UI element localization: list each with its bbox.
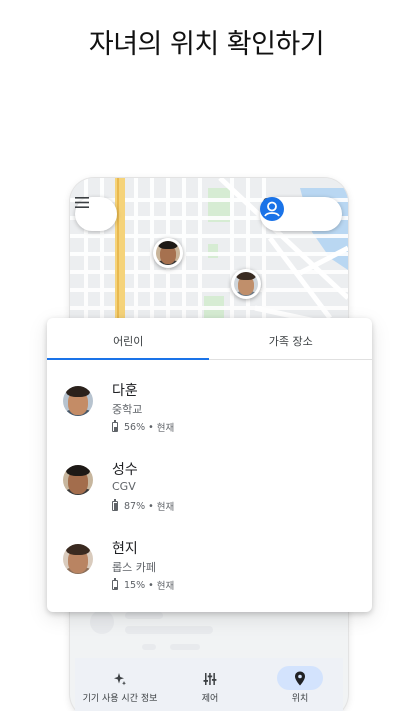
- last-seen: 현재: [156, 423, 175, 434]
- child-name: 다훈: [112, 383, 138, 399]
- placeholder-line: [170, 644, 200, 650]
- child-map-pin[interactable]: [153, 238, 183, 268]
- bottom-navigation: 기기 사용 시간 정보 제어 위치: [75, 658, 343, 711]
- placeholder-line: [125, 626, 213, 634]
- sparkle-icon: [114, 673, 126, 686]
- child-status: 87% • 현재: [112, 499, 174, 513]
- battery-icon: [112, 578, 118, 590]
- child-status: 15% • 현재: [112, 578, 174, 592]
- placeholder-avatar: [90, 610, 114, 634]
- placeholder-line: [125, 612, 163, 619]
- sliders-icon: [203, 673, 217, 685]
- battery-icon: [112, 499, 118, 511]
- last-seen: 현재: [156, 581, 175, 592]
- separator-dot: •: [148, 421, 154, 433]
- nav-label: 기기 사용 시간 정보: [82, 694, 158, 704]
- hamburger-menu-icon: [75, 197, 89, 208]
- separator-dot: •: [148, 579, 154, 591]
- placeholder-line: [142, 644, 156, 650]
- child-list-item[interactable]: 성수 CGV 87% • 현재: [63, 459, 353, 529]
- child-name: 성수: [112, 462, 138, 478]
- nav-label: 위치: [291, 694, 309, 704]
- tab-indicator: [47, 358, 209, 360]
- child-name: 현지: [112, 541, 138, 557]
- nav-screen-time[interactable]: 기기 사용 시간 정보: [75, 658, 165, 711]
- card-tabs: 어린이 가족 장소: [47, 318, 372, 360]
- child-avatar: [156, 241, 180, 265]
- battery-level: 15%: [124, 579, 146, 591]
- battery-level: 56%: [124, 421, 146, 433]
- children-card: 어린이 가족 장소 다훈 중학교 56% • 현재 성수 CGV 87% • 현…: [47, 318, 372, 612]
- child-location: CGV: [112, 480, 136, 493]
- nav-label: 제어: [201, 694, 219, 704]
- tab-family-places[interactable]: 가족 장소: [210, 318, 373, 359]
- child-avatar: [63, 386, 93, 416]
- child-avatar: [63, 465, 93, 495]
- battery-level: 87%: [124, 500, 146, 512]
- top-right-actions: [260, 197, 342, 231]
- tab-children[interactable]: 어린이: [47, 318, 210, 359]
- account-circle-icon[interactable]: [260, 197, 284, 221]
- child-list-item[interactable]: 다훈 중학교 56% • 현재: [63, 380, 353, 450]
- child-avatar: [63, 544, 93, 574]
- menu-button[interactable]: [75, 197, 117, 231]
- battery-icon: [112, 420, 118, 432]
- child-list-item[interactable]: 현지 롭스 카페 15% • 현재: [63, 538, 353, 608]
- last-seen: 현재: [156, 502, 175, 513]
- separator-dot: •: [148, 500, 154, 512]
- page-headline: 자녀의 위치 확인하기: [88, 29, 325, 60]
- child-location: 롭스 카페: [112, 561, 156, 574]
- child-map-pin[interactable]: [231, 269, 261, 299]
- child-avatar: [234, 272, 258, 296]
- child-status: 56% • 현재: [112, 420, 174, 434]
- nav-controls[interactable]: 제어: [175, 658, 245, 711]
- location-pin-icon: [295, 671, 305, 686]
- nav-location[interactable]: 위치: [265, 658, 335, 711]
- child-location: 중학교: [112, 403, 143, 416]
